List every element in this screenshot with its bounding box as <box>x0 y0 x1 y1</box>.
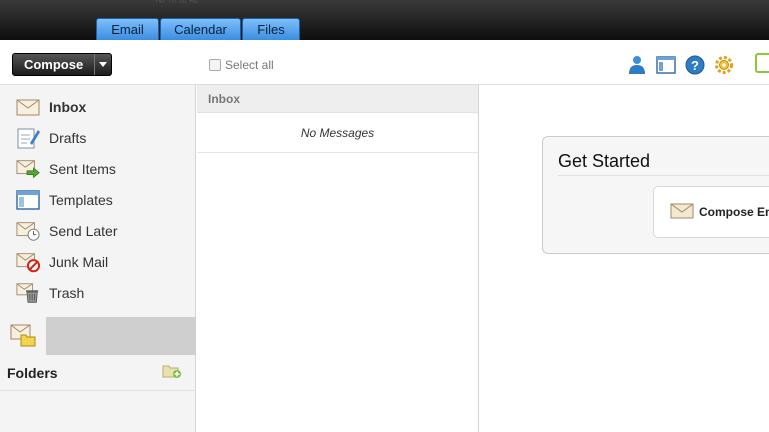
help-icon[interactable]: ? <box>685 55 705 75</box>
sidebar-item-inbox[interactable]: Inbox <box>0 91 195 122</box>
tab-email[interactable]: Email <box>96 18 159 40</box>
folders-mail-icon <box>9 323 37 350</box>
sent-icon <box>16 158 40 180</box>
compose-dropdown-button[interactable] <box>94 54 111 75</box>
envelope-icon <box>670 202 694 223</box>
select-all-label: Select all <box>225 58 274 72</box>
sidebar-item-templates[interactable]: Templates <box>0 184 195 215</box>
sidebar-item-junk-mail[interactable]: Junk Mail <box>0 246 195 277</box>
folders-title: Folders <box>7 364 58 381</box>
sidebar-item-label: Inbox <box>49 98 87 115</box>
trash-icon <box>16 282 40 304</box>
message-list: Inbox No Messages <box>197 85 479 432</box>
tab-files[interactable]: Files <box>242 18 300 40</box>
sidebar-item-label: Sent Items <box>49 160 116 177</box>
get-started-panel: Get Started Compose Em <box>542 136 769 254</box>
top-bar: ᴴᴰ ᵀᴰ ᶻᴱ ᴷᴱ Email Calendar Files <box>0 0 769 40</box>
sidebar-item-label: Drafts <box>49 129 87 146</box>
templates-icon <box>16 189 40 211</box>
toolbar: Compose Select all ? <box>0 40 769 85</box>
add-folder-icon[interactable] <box>162 363 182 382</box>
select-all-checkbox[interactable] <box>209 59 221 71</box>
empty-message-text: No Messages <box>197 113 478 153</box>
svg-text:?: ? <box>691 58 699 73</box>
drafts-icon <box>16 127 40 149</box>
app-tabs: Email Calendar Files <box>96 18 300 40</box>
inbox-icon <box>16 96 40 118</box>
toolbar-icons: ? <box>627 55 734 75</box>
sidebar-item-label: Junk Mail <box>49 253 109 270</box>
tab-calendar[interactable]: Calendar <box>160 18 241 40</box>
toolbar-peek-button[interactable] <box>755 53 769 73</box>
folder-list: Inbox Drafts Sent Items Templates Send L… <box>0 85 195 308</box>
sidebar: Inbox Drafts Sent Items Templates Send L… <box>0 85 196 432</box>
sidebar-item-label: Trash <box>49 284 85 301</box>
get-started-divider <box>558 175 769 176</box>
junk-icon <box>16 251 40 273</box>
sidebar-item-label: Templates <box>49 191 113 208</box>
sidebar-item-trash[interactable]: Trash <box>0 277 195 308</box>
compose-email-card[interactable]: Compose Em <box>653 186 769 238</box>
sidebar-item-drafts[interactable]: Drafts <box>0 122 195 153</box>
sidebar-item-label: Send Later <box>49 222 118 239</box>
folders-header: Folders <box>0 355 196 391</box>
contacts-icon[interactable] <box>627 55 647 75</box>
compose-button[interactable]: Compose <box>12 53 112 76</box>
sidebar-item-sent-items[interactable]: Sent Items <box>0 153 195 184</box>
compose-email-card-label: Compose Em <box>699 205 769 219</box>
folders-tab[interactable] <box>0 317 46 355</box>
select-all[interactable]: Select all <box>209 58 274 72</box>
sidebar-item-send-later[interactable]: Send Later <box>0 215 195 246</box>
layout-icon[interactable] <box>656 55 676 75</box>
settings-icon[interactable] <box>714 55 734 75</box>
send-later-icon <box>16 220 40 242</box>
message-list-header: Inbox <box>197 85 478 113</box>
top-bar-faint-text: ᴴᴰ ᵀᴰ ᶻᴱ ᴷᴱ <box>156 0 198 8</box>
compose-label: Compose <box>23 57 84 72</box>
get-started-title: Get Started <box>558 151 651 171</box>
